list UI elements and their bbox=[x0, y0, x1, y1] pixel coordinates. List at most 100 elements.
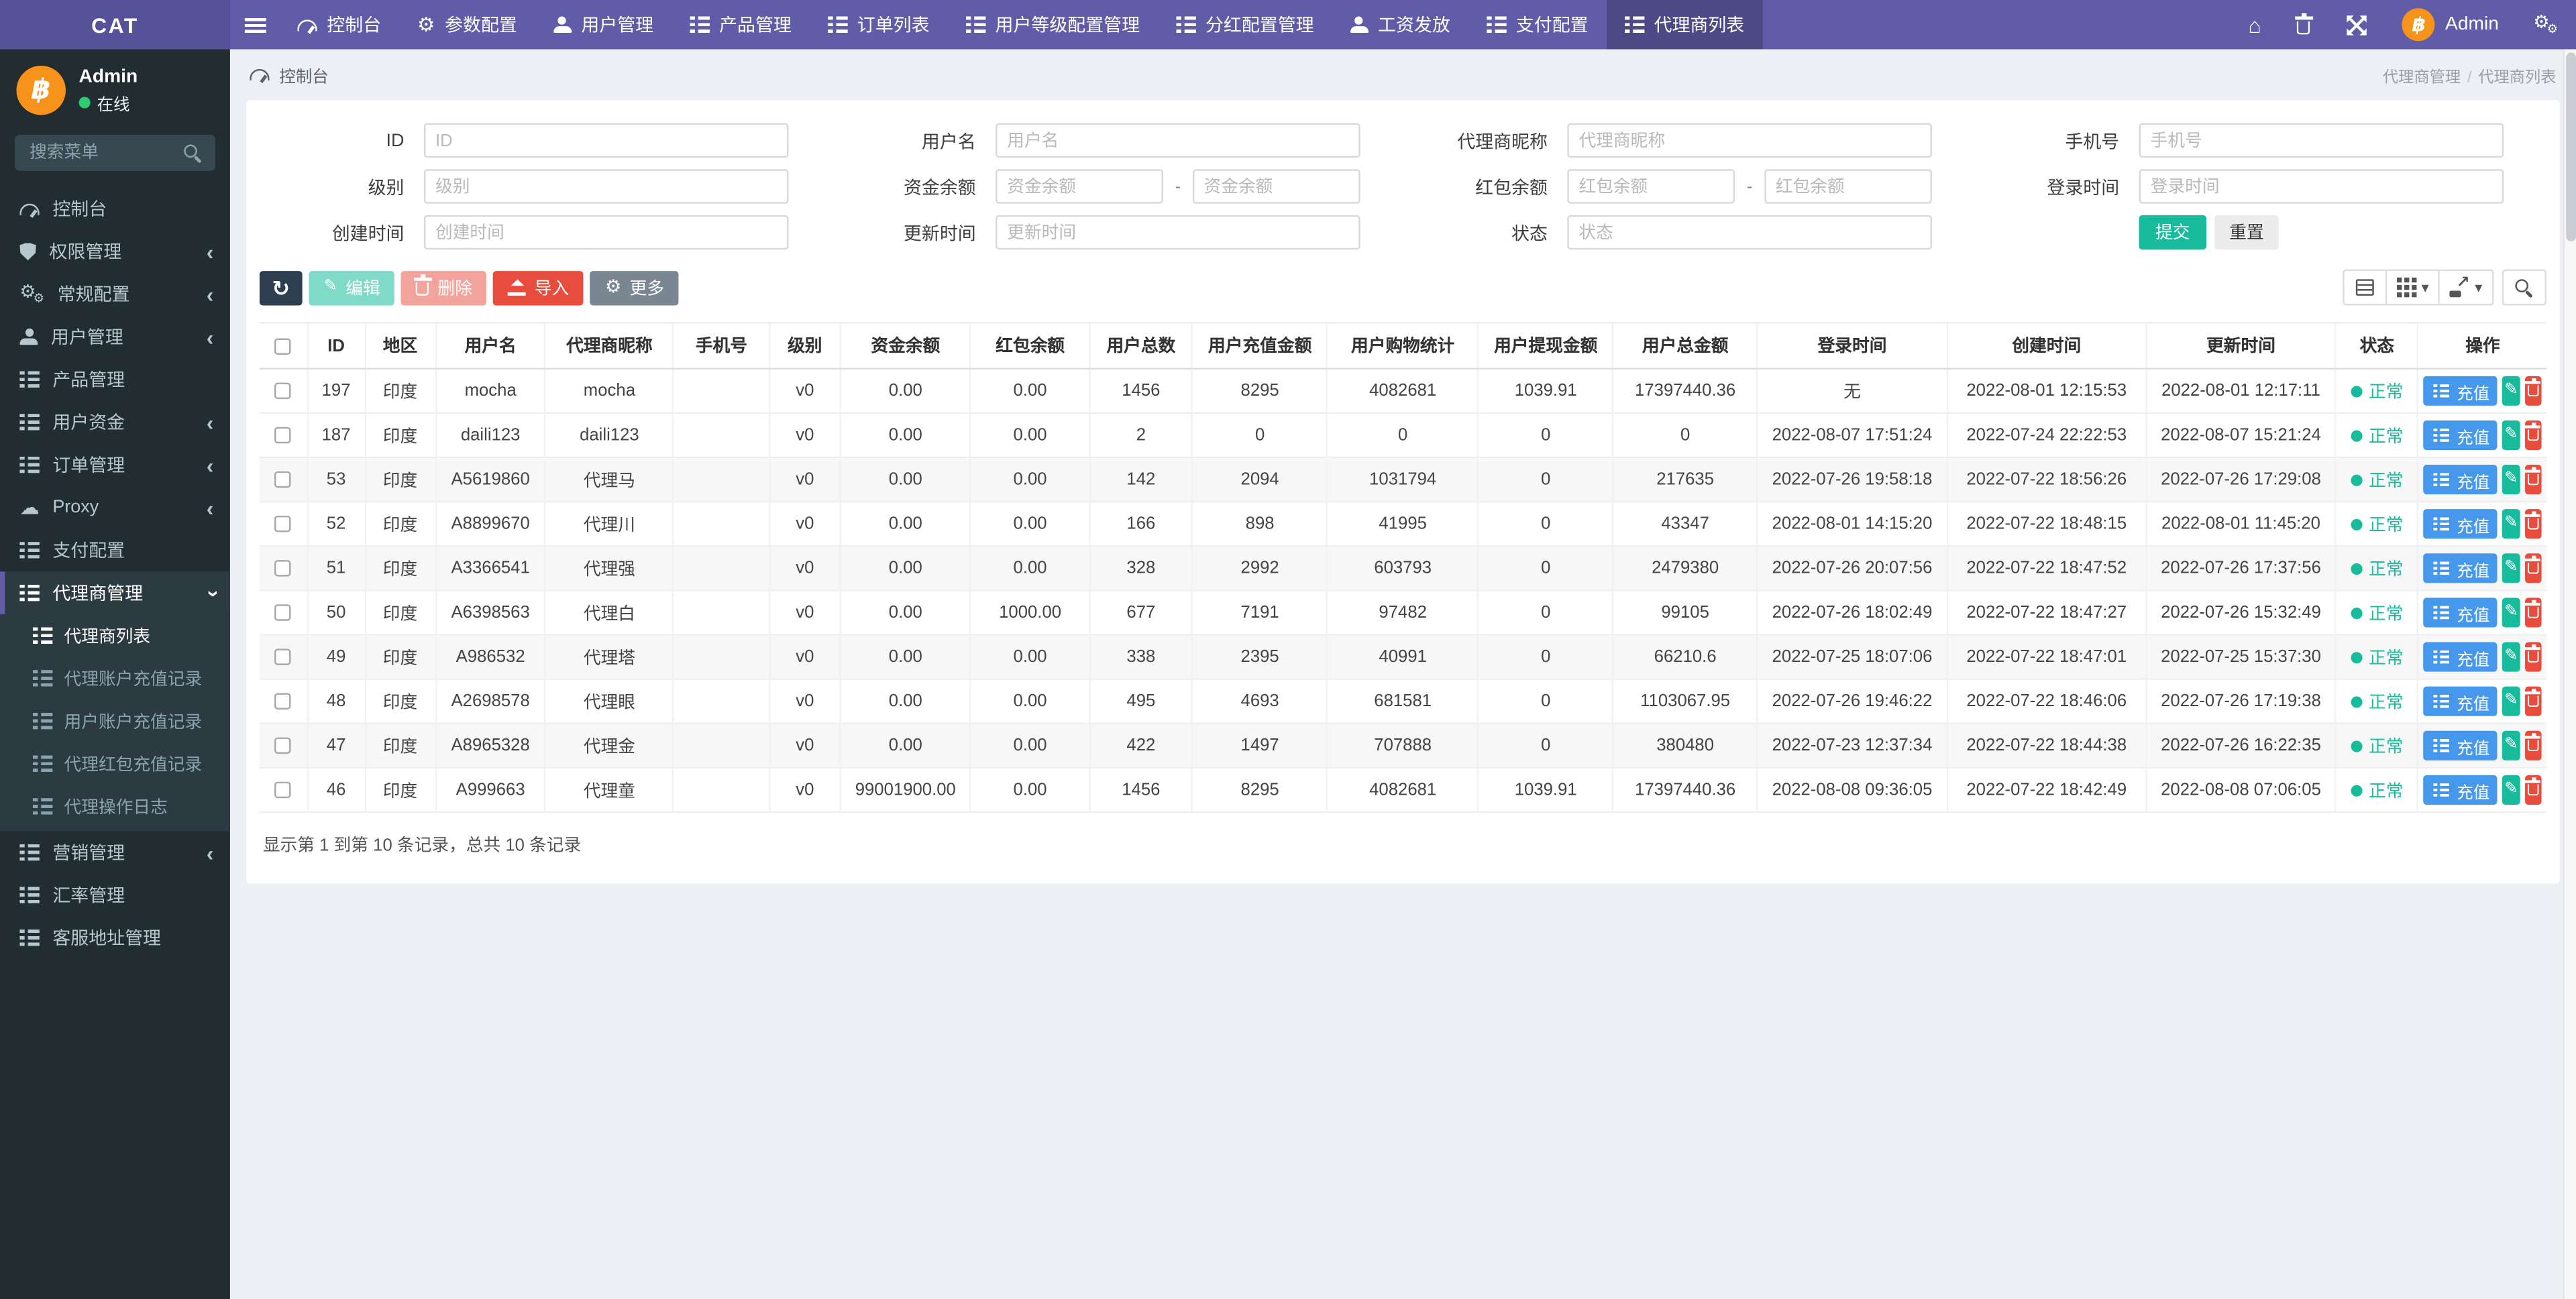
topnav-item[interactable]: 工资发放 bbox=[1332, 0, 1468, 49]
row-checkbox[interactable] bbox=[274, 560, 292, 577]
topnav-item[interactable]: 分红配置管理 bbox=[1158, 0, 1332, 49]
filter-input[interactable] bbox=[423, 215, 789, 250]
row-checkbox[interactable] bbox=[274, 648, 292, 665]
sidebar-item-link[interactable]: 汇率管理 bbox=[0, 874, 230, 917]
sidebar-item-link[interactable]: 用户资金 ‹ bbox=[0, 401, 230, 444]
breadcrumb-home[interactable]: 控制台 bbox=[250, 62, 329, 87]
delete-row-button[interactable] bbox=[2524, 598, 2542, 628]
sidebar-item-link[interactable]: 常规配置 ‹ bbox=[0, 273, 230, 316]
filter-input[interactable] bbox=[2139, 123, 2504, 158]
topnav-item[interactable]: 代理商列表 bbox=[1606, 0, 1763, 50]
sidebar-subitem-link[interactable]: 代理商列表 bbox=[0, 614, 230, 657]
edit-row-button[interactable]: ✎ bbox=[2502, 775, 2520, 805]
submit-button[interactable]: 提交 bbox=[2139, 215, 2206, 250]
topnav-item[interactable]: 支付配置 bbox=[1468, 0, 1607, 49]
topnav-item[interactable]: 控制台 bbox=[279, 0, 399, 49]
delete-row-button[interactable] bbox=[2524, 642, 2542, 672]
delete-row-button[interactable] bbox=[2524, 553, 2542, 583]
toggle-pagination-button[interactable] bbox=[2343, 269, 2387, 306]
clear-cache-button[interactable] bbox=[2279, 0, 2328, 49]
delete-row-button[interactable] bbox=[2524, 509, 2542, 539]
recharge-button[interactable]: 充值 bbox=[2424, 376, 2498, 406]
sidebar-item-link[interactable]: 产品管理 bbox=[0, 358, 230, 401]
sidebar-item-link[interactable]: 客服地址管理 bbox=[0, 917, 230, 960]
recharge-button[interactable]: 充值 bbox=[2424, 598, 2498, 628]
row-checkbox[interactable] bbox=[274, 427, 292, 444]
delete-row-button[interactable] bbox=[2524, 420, 2542, 451]
row-checkbox[interactable] bbox=[274, 382, 292, 400]
sidebar-subitem-link[interactable]: 用户账户充值记录 bbox=[0, 699, 230, 742]
recharge-button[interactable]: 充值 bbox=[2424, 553, 2498, 583]
scrollbar-thumb[interactable] bbox=[2566, 52, 2576, 242]
filter-input[interactable] bbox=[1567, 123, 1933, 158]
edit-row-button[interactable]: ✎ bbox=[2502, 553, 2520, 583]
sidebar-item-link[interactable]: 权限管理 ‹ bbox=[0, 230, 230, 273]
sidebar-item-link[interactable]: 营销管理 ‹ bbox=[0, 831, 230, 874]
select-all-checkbox[interactable] bbox=[274, 337, 292, 354]
delete-row-button[interactable] bbox=[2524, 465, 2542, 495]
table-search-button[interactable] bbox=[2502, 269, 2546, 306]
more-button[interactable]: ⚙ 更多 bbox=[590, 270, 680, 305]
columns-button[interactable]: ▾ bbox=[2387, 269, 2440, 306]
sidebar-item-link[interactable]: 支付配置 bbox=[0, 529, 230, 572]
edit-row-button[interactable]: ✎ bbox=[2502, 730, 2520, 760]
delete-row-button[interactable] bbox=[2524, 686, 2542, 716]
sidebar-toggle-button[interactable] bbox=[230, 0, 279, 49]
row-checkbox[interactable] bbox=[274, 781, 292, 799]
row-checkbox[interactable] bbox=[274, 693, 292, 710]
recharge-button[interactable]: 充值 bbox=[2424, 465, 2498, 495]
row-checkbox[interactable] bbox=[274, 604, 292, 621]
topnav-item[interactable]: 订单列表 bbox=[810, 0, 948, 49]
filter-input[interactable] bbox=[996, 215, 1360, 250]
delete-row-button[interactable] bbox=[2524, 775, 2542, 805]
filter-input-max[interactable] bbox=[1764, 169, 1933, 204]
topnav-item[interactable]: 用户等级配置管理 bbox=[947, 0, 1157, 49]
sidebar-item-link[interactable]: ☁ Proxy ‹ bbox=[0, 486, 230, 529]
filter-input-min[interactable] bbox=[996, 169, 1164, 204]
recharge-button[interactable]: 充值 bbox=[2424, 509, 2498, 539]
sidebar-subitem-link[interactable]: 代理红包充值记录 bbox=[0, 742, 230, 785]
edit-row-button[interactable]: ✎ bbox=[2502, 598, 2520, 628]
edit-row-button[interactable]: ✎ bbox=[2502, 420, 2520, 451]
filter-input[interactable] bbox=[1567, 215, 1933, 250]
sidebar-item-link[interactable]: 订单管理 ‹ bbox=[0, 443, 230, 486]
import-button[interactable]: 导入 bbox=[493, 270, 584, 305]
sidebar-subitem-link[interactable]: 代理账户充值记录 bbox=[0, 657, 230, 700]
recharge-button[interactable]: 充值 bbox=[2424, 730, 2498, 760]
topnav-item[interactable]: 用户管理 bbox=[535, 0, 672, 49]
edit-row-button[interactable]: ✎ bbox=[2502, 376, 2520, 406]
filter-input[interactable] bbox=[423, 123, 789, 158]
delete-button[interactable]: 删除 bbox=[401, 270, 487, 305]
vertical-scrollbar[interactable] bbox=[2563, 49, 2576, 1299]
topnav-item[interactable]: 产品管理 bbox=[672, 0, 810, 49]
recharge-button[interactable]: 充值 bbox=[2424, 642, 2498, 672]
filter-input[interactable] bbox=[996, 123, 1360, 158]
filter-input[interactable] bbox=[2139, 169, 2504, 204]
edit-row-button[interactable]: ✎ bbox=[2502, 465, 2520, 495]
recharge-button[interactable]: 充值 bbox=[2424, 775, 2498, 805]
refresh-button[interactable]: ↻ bbox=[259, 270, 303, 305]
sidebar-item-link[interactable]: 代理商管理 ‹ bbox=[0, 571, 230, 614]
delete-row-button[interactable] bbox=[2524, 376, 2542, 406]
filter-input-max[interactable] bbox=[1192, 169, 1360, 204]
edit-button[interactable]: ✎ 编辑 bbox=[309, 270, 395, 305]
edit-row-button[interactable]: ✎ bbox=[2502, 642, 2520, 672]
recharge-button[interactable]: 充值 bbox=[2424, 420, 2498, 451]
edit-row-button[interactable]: ✎ bbox=[2502, 686, 2520, 716]
breadcrumb-parent[interactable]: 代理商管理 bbox=[2383, 68, 2461, 87]
row-checkbox[interactable] bbox=[274, 471, 292, 488]
recharge-button[interactable]: 充值 bbox=[2424, 686, 2498, 716]
fullscreen-button[interactable] bbox=[2328, 0, 2386, 49]
row-checkbox[interactable] bbox=[274, 737, 292, 754]
home-button[interactable]: ⌂ bbox=[2231, 0, 2279, 49]
user-menu[interactable]: ฿ Admin bbox=[2386, 0, 2516, 49]
topnav-item[interactable]: ⚙ 参数配置 bbox=[399, 0, 535, 49]
sidebar-item-link[interactable]: 控制台 bbox=[0, 187, 230, 230]
settings-button[interactable] bbox=[2515, 0, 2576, 49]
sidebar-subitem-link[interactable]: 代理操作日志 bbox=[0, 785, 230, 828]
edit-row-button[interactable]: ✎ bbox=[2502, 509, 2520, 539]
filter-input-min[interactable] bbox=[1567, 169, 1735, 204]
export-button[interactable]: ▾ bbox=[2440, 269, 2494, 306]
sidebar-item-link[interactable]: 用户管理 ‹ bbox=[0, 315, 230, 358]
delete-row-button[interactable] bbox=[2524, 730, 2542, 760]
